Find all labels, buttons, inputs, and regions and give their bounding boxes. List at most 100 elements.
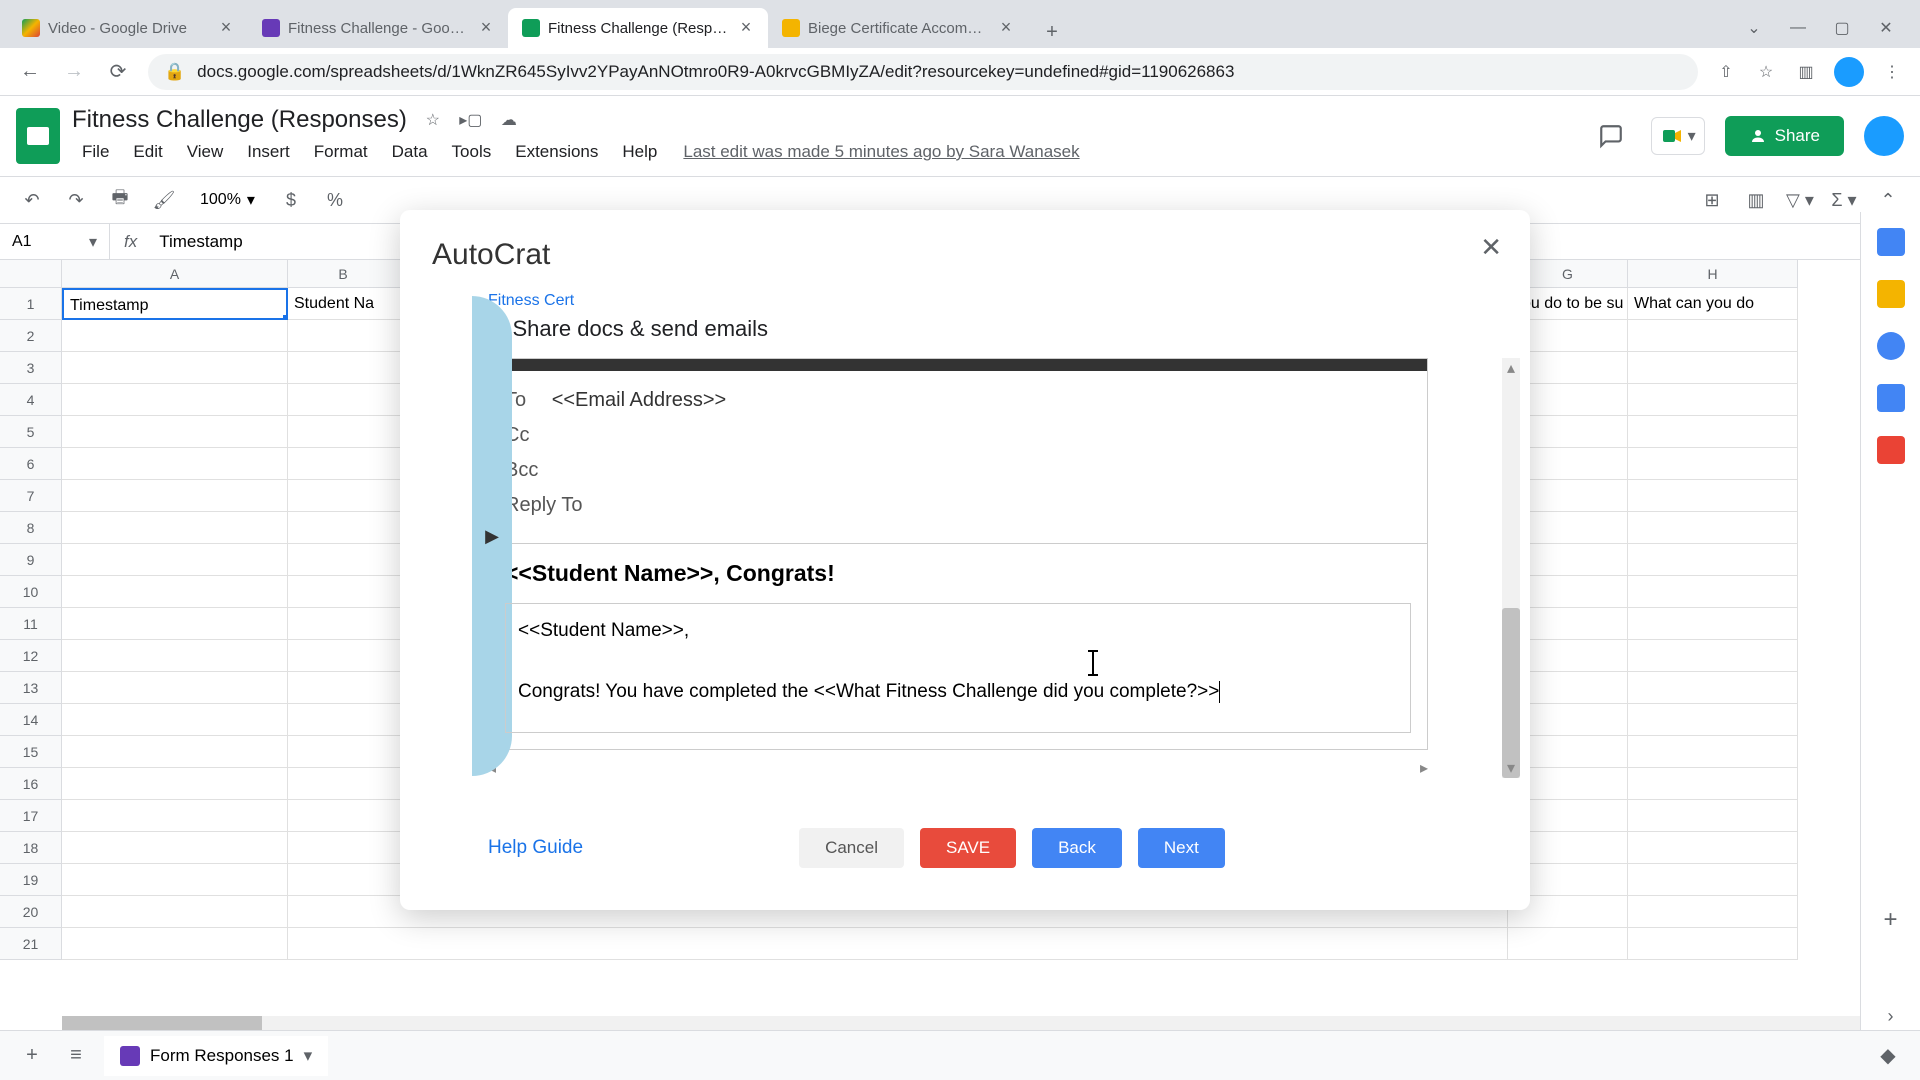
cell[interactable] <box>288 672 398 704</box>
back-button[interactable]: ← <box>16 58 44 86</box>
paint-format-button[interactable]: 🖌 <box>148 184 180 216</box>
cell[interactable] <box>288 928 398 960</box>
row-header[interactable]: 10 <box>0 576 62 608</box>
cell[interactable] <box>288 320 398 352</box>
cell[interactable] <box>1628 736 1798 768</box>
cell[interactable] <box>62 640 288 672</box>
cell[interactable] <box>288 448 398 480</box>
cell[interactable] <box>1628 928 1798 960</box>
sheets-logo-icon[interactable] <box>16 108 60 164</box>
cell[interactable] <box>1628 768 1798 800</box>
save-button[interactable]: SAVE <box>920 828 1016 868</box>
menu-edit[interactable]: Edit <box>123 138 172 166</box>
all-sheets-button[interactable]: ≡ <box>60 1040 92 1072</box>
cell[interactable] <box>62 672 288 704</box>
replyto-field[interactable]: Reply To <box>505 488 1411 523</box>
cell-b1[interactable]: Student Na <box>288 288 398 320</box>
insert-link-button[interactable]: ⊞ <box>1696 184 1728 216</box>
cell[interactable] <box>1628 352 1798 384</box>
zoom-select[interactable]: 100% ▾ <box>192 190 263 210</box>
cell[interactable] <box>62 896 288 928</box>
row-header[interactable]: 19 <box>0 864 62 896</box>
undo-button[interactable]: ↶ <box>16 184 48 216</box>
email-body-textarea[interactable]: <<Student Name>>, Congrats! You have com… <box>505 603 1411 733</box>
help-guide-link[interactable]: Help Guide <box>488 837 583 859</box>
cell[interactable] <box>62 704 288 736</box>
menu-icon[interactable]: ⋮ <box>1880 60 1904 84</box>
column-header-h[interactable]: H <box>1628 260 1798 288</box>
print-button[interactable]: 🖶 <box>104 184 136 216</box>
explore-button[interactable]: ◆ <box>1872 1040 1904 1072</box>
cell[interactable] <box>288 896 398 928</box>
cell[interactable] <box>1628 544 1798 576</box>
tasks-icon[interactable] <box>1877 332 1905 360</box>
maximize-icon[interactable]: ▢ <box>1832 18 1852 38</box>
breadcrumb-link[interactable]: Fitness Cert <box>488 292 1498 310</box>
new-tab-button[interactable]: + <box>1036 16 1068 48</box>
scroll-right-icon[interactable]: ▸ <box>1420 758 1428 778</box>
cell[interactable] <box>288 352 398 384</box>
horizontal-scrollbar[interactable] <box>62 1016 1860 1030</box>
close-icon[interactable]: × <box>738 20 754 36</box>
cell[interactable] <box>288 576 398 608</box>
menu-tools[interactable]: Tools <box>442 138 502 166</box>
currency-button[interactable]: $ <box>275 184 307 216</box>
cell[interactable] <box>288 832 398 864</box>
cell[interactable] <box>62 608 288 640</box>
cell[interactable] <box>62 448 288 480</box>
minimize-icon[interactable]: — <box>1788 18 1808 38</box>
cell[interactable] <box>62 800 288 832</box>
bcc-field[interactable]: Bcc <box>505 453 1411 488</box>
row-header[interactable]: 12 <box>0 640 62 672</box>
cell[interactable] <box>62 416 288 448</box>
cell-h1[interactable]: What can you do <box>1628 288 1798 320</box>
row-header[interactable]: 3 <box>0 352 62 384</box>
redo-button[interactable]: ↷ <box>60 184 92 216</box>
cell[interactable] <box>288 544 398 576</box>
select-all-corner[interactable] <box>0 260 62 288</box>
cell[interactable] <box>1628 896 1798 928</box>
cell[interactable] <box>1628 576 1798 608</box>
cell[interactable] <box>288 864 398 896</box>
contacts-icon[interactable] <box>1877 384 1905 412</box>
cell[interactable] <box>62 832 288 864</box>
cell[interactable] <box>62 928 288 960</box>
move-icon[interactable]: ▸▢ <box>459 108 483 132</box>
next-button[interactable]: Next <box>1138 828 1225 868</box>
hide-panel-icon[interactable]: › <box>1877 1002 1905 1030</box>
row-header[interactable]: 2 <box>0 320 62 352</box>
cell[interactable] <box>62 512 288 544</box>
keep-icon[interactable] <box>1877 280 1905 308</box>
close-icon[interactable]: × <box>478 20 494 36</box>
browser-tab-slides[interactable]: Biege Certificate Accomplishmen × <box>768 8 1028 48</box>
sheet-tab-responses[interactable]: Form Responses 1 ▾ <box>104 1036 328 1076</box>
email-subject-input[interactable]: <<Student Name>>, Congrats! <box>489 552 1427 595</box>
scroll-thumb[interactable] <box>1502 608 1520 778</box>
bookmark-icon[interactable]: ☆ <box>1754 60 1778 84</box>
back-button[interactable]: Back <box>1032 828 1122 868</box>
menu-insert[interactable]: Insert <box>237 138 300 166</box>
cell[interactable] <box>1628 864 1798 896</box>
cell[interactable] <box>1628 320 1798 352</box>
cell[interactable] <box>1508 928 1628 960</box>
tab-search-icon[interactable]: ⌄ <box>1744 18 1764 38</box>
cell-a1[interactable]: Timestamp <box>62 288 288 320</box>
cell[interactable] <box>288 800 398 832</box>
profile-avatar[interactable] <box>1834 57 1864 87</box>
last-edit-link[interactable]: Last edit was made 5 minutes ago by Sara… <box>683 142 1079 162</box>
row-header[interactable]: 11 <box>0 608 62 640</box>
to-field[interactable]: To <<Email Address>> <box>505 383 1411 418</box>
name-box[interactable]: A1▾ <box>0 224 110 259</box>
cell[interactable] <box>288 704 398 736</box>
sidepanel-icon[interactable]: ▥ <box>1794 60 1818 84</box>
menu-data[interactable]: Data <box>382 138 438 166</box>
close-dialog-button[interactable]: ✕ <box>1480 232 1502 263</box>
modal-scrollbar[interactable]: ▴ ▾ <box>1502 358 1520 778</box>
functions-button[interactable]: Σ ▾ <box>1828 184 1860 216</box>
column-header-a[interactable]: A <box>62 260 288 288</box>
row-header[interactable]: 21 <box>0 928 62 960</box>
row-header[interactable]: 9 <box>0 544 62 576</box>
scroll-up-icon[interactable]: ▴ <box>1502 358 1520 378</box>
insert-chart-button[interactable]: ▥ <box>1740 184 1772 216</box>
cell[interactable] <box>62 768 288 800</box>
